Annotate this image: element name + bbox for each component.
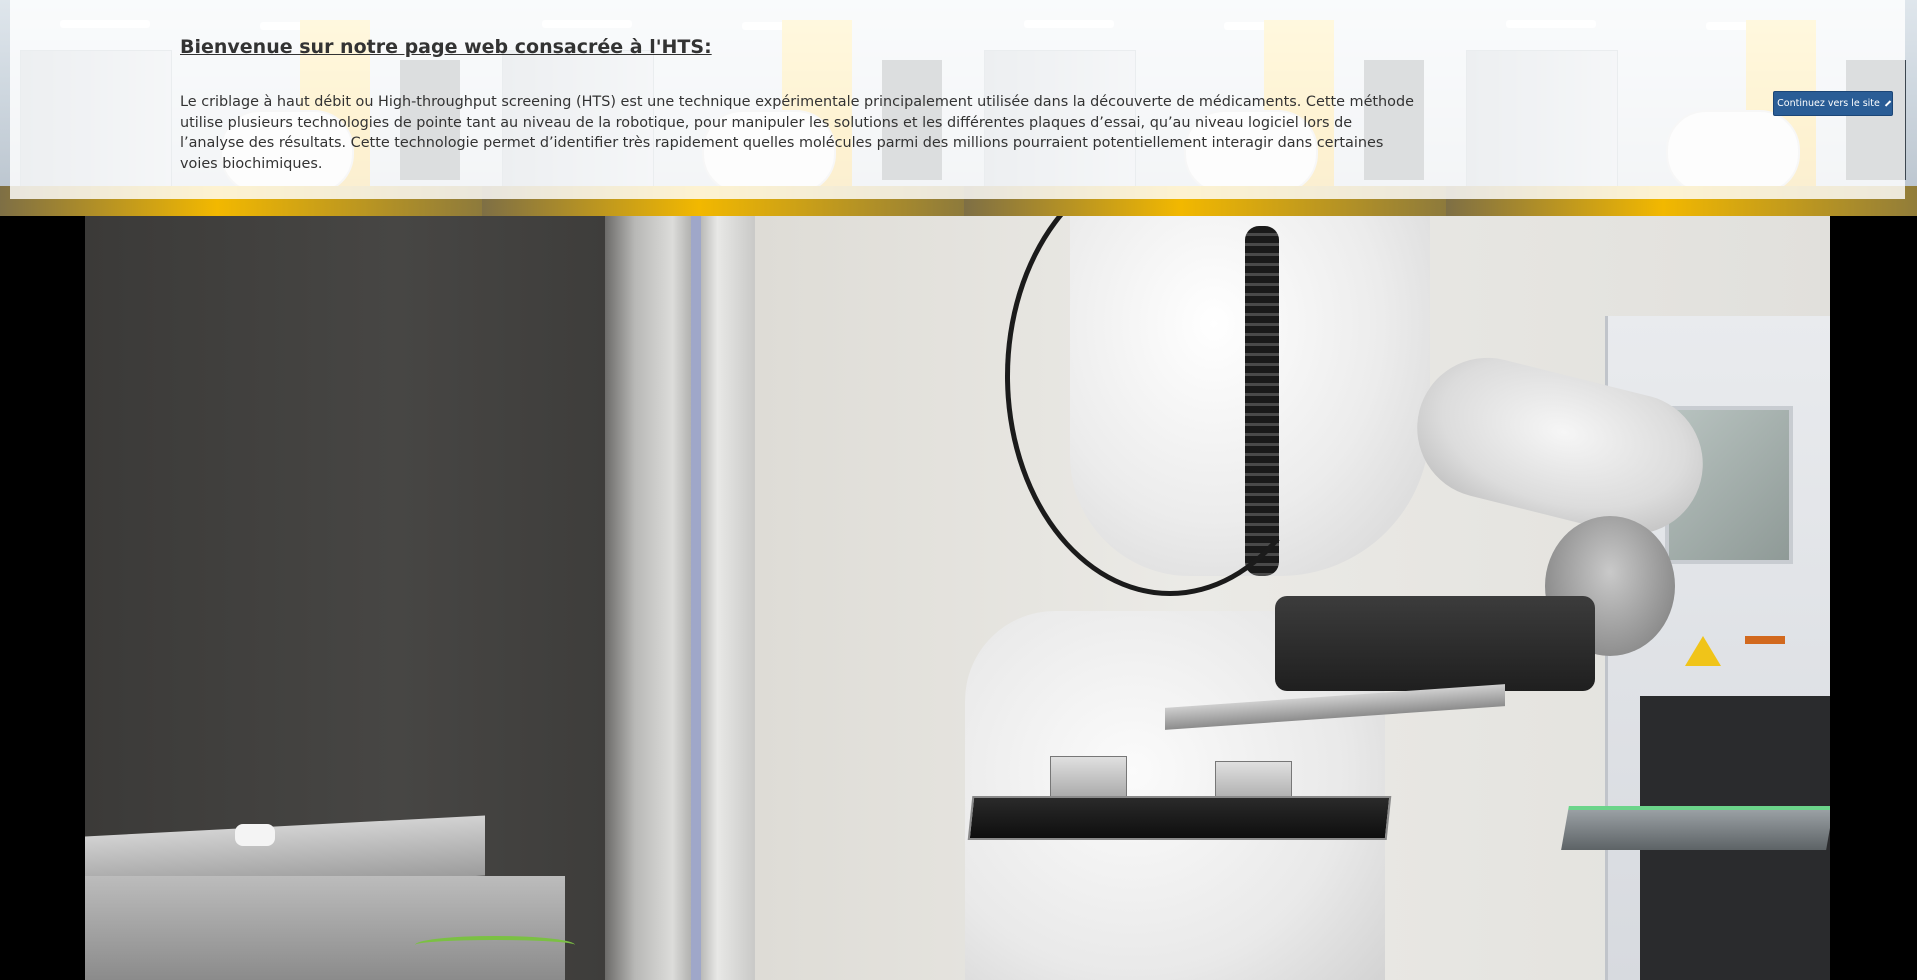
warning-sign-icon	[1685, 636, 1721, 666]
video-knob	[235, 824, 275, 846]
video-blue-stripe	[691, 216, 701, 980]
banner-background: Bienvenue sur notre page web consacrée à…	[0, 0, 1917, 216]
hero-video[interactable]	[85, 216, 1830, 980]
chevron-right-icon	[1884, 100, 1892, 107]
continue-to-site-button[interactable]: Continuez vers le site	[1773, 91, 1893, 116]
page-title: Bienvenue sur notre page web consacrée à…	[180, 36, 712, 58]
microplate	[967, 796, 1392, 840]
continue-button-label: Continuez vers le site	[1777, 98, 1880, 109]
video-label	[1745, 636, 1785, 644]
video-plate-tray	[1561, 806, 1830, 850]
video-metal-post	[605, 216, 755, 980]
page: Bienvenue sur notre page web consacrée à…	[0, 0, 1917, 980]
video-green-wire	[415, 936, 575, 954]
intro-paragraph: Le criblage à haut débit ou High-through…	[180, 94, 1414, 172]
video-shelf-base	[85, 876, 565, 980]
robot-gripper	[1275, 596, 1595, 691]
